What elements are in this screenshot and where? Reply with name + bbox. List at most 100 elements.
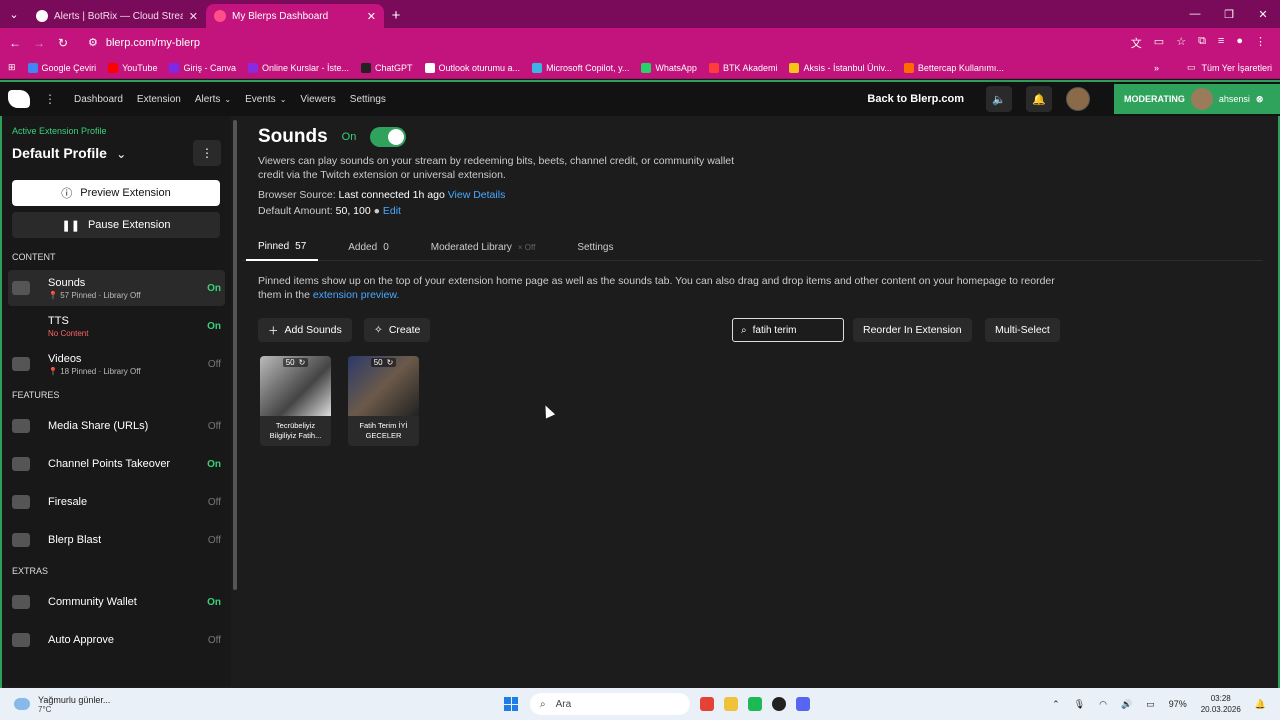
profile-selector[interactable]: Default Profile ⌄ [12, 145, 126, 161]
nav-dashboard[interactable]: Dashboard [74, 94, 123, 105]
extension-preview-link[interactable]: extension preview. [313, 289, 399, 301]
weather-widget[interactable]: Yağmurlu günler... 7°C [14, 695, 474, 714]
profile-menu-button[interactable]: ⋮ [193, 140, 221, 166]
moderating-badge[interactable]: MODERATING ahsensi ⊗ [1114, 84, 1280, 114]
minimize-icon[interactable]: — [1178, 8, 1212, 20]
back-arrow-icon[interactable]: ← [8, 36, 22, 50]
replay-icon[interactable]: ↻ [299, 358, 306, 367]
sidebar-item-community-wallet[interactable]: Community Wallet On [8, 584, 225, 620]
restore-icon[interactable]: ❐ [1212, 8, 1246, 21]
battery-icon[interactable]: ▭ [1146, 699, 1155, 710]
reorder-button[interactable]: Reorder In Extension [853, 318, 972, 342]
nav-alerts[interactable]: Alerts ⌄ [195, 94, 231, 105]
tab-added[interactable]: Added 0 [336, 233, 400, 261]
sidebar-item-sounds[interactable]: Sounds 📍 57 Pinned · Library Off On [8, 270, 225, 306]
site-info-icon[interactable]: ⚙ [88, 36, 98, 49]
nav-viewers[interactable]: Viewers [300, 94, 335, 105]
bookmark-item[interactable]: Online Kurslar - İste... [247, 62, 349, 73]
more-kebab-icon[interactable]: ⋮ [44, 92, 56, 106]
cast-icon[interactable]: ▭ [1154, 35, 1164, 51]
bookmark-item[interactable]: Outlook oturumu a... [424, 62, 520, 73]
info-icon[interactable]: ● [374, 205, 380, 217]
url-field[interactable]: ⚙ blerp.com/my-blerp [80, 32, 1121, 54]
sidebar-item-auto-approve[interactable]: Auto Approve Off [8, 622, 225, 658]
browser-tab-blerp[interactable]: My Blerps Dashboard ✕ [206, 4, 384, 28]
bookmark-item[interactable]: BTK Akademi [708, 62, 777, 73]
profile-name: Default Profile [12, 145, 107, 161]
back-to-blerp-link[interactable]: Back to Blerp.com [867, 93, 964, 105]
file-explorer-icon[interactable] [724, 697, 738, 711]
bell-icon[interactable]: 🔔 [1026, 86, 1052, 112]
sounds-toggle[interactable] [370, 127, 407, 147]
browser-tab-botrix[interactable]: Alerts | BotRix — Cloud Streami ✕ [28, 4, 206, 28]
media-icon[interactable]: ≡ [1218, 35, 1224, 51]
bookmark-item[interactable]: WhatsApp [641, 62, 697, 73]
tab-search-icon[interactable]: ⌄ [0, 0, 28, 28]
windows-start-icon[interactable] [504, 697, 518, 711]
sidebar-scrollbar[interactable] [233, 120, 237, 590]
taskbar-search[interactable]: ⌕ Ara [530, 693, 690, 715]
sidebar-item-channel-points[interactable]: Channel Points Takeover On [8, 446, 225, 482]
tab-pinned[interactable]: Pinned 57 [246, 233, 319, 261]
notifications-icon[interactable]: 🔔 [1255, 699, 1266, 710]
volume-icon[interactable]: 🔊 [1121, 699, 1132, 710]
add-sounds-button[interactable]: ＋ Add Sounds [258, 318, 352, 342]
more-bookmarks-icon[interactable]: » [1154, 63, 1159, 73]
preview-extension-button[interactable]: ⓘ Preview Extension [12, 180, 220, 206]
sidebar-item-videos[interactable]: Videos 📍 18 Pinned · Library Off Off [8, 346, 225, 382]
sidebar-item-blerp-blast[interactable]: Blerp Blast Off [8, 522, 225, 558]
discord-icon[interactable] [796, 697, 810, 711]
bookmark-item[interactable]: Google Çeviri [27, 62, 96, 73]
sidebar-item-media-share[interactable]: Media Share (URLs) Off [8, 408, 225, 444]
bookmark-item[interactable]: Giriş - Canva [169, 62, 236, 73]
bookmark-item[interactable]: YouTube [108, 62, 157, 73]
close-window-icon[interactable]: ✕ [1246, 8, 1280, 21]
pause-extension-button[interactable]: ❚❚ Pause Extension [12, 212, 220, 238]
obs-icon[interactable] [772, 697, 786, 711]
new-tab-button[interactable]: + [384, 4, 408, 28]
search-input[interactable]: ⌕ fatih terim [732, 318, 844, 342]
browser-tab-strip: ⌄ Alerts | BotRix — Cloud Streami ✕ My B… [0, 0, 1280, 28]
apps-grid-icon[interactable]: ⊞ [8, 62, 16, 73]
reload-icon[interactable]: ↻ [56, 36, 70, 50]
tab-moderated-library[interactable]: Moderated Library × Off [419, 233, 548, 261]
close-tab-icon[interactable]: ✕ [189, 10, 198, 23]
profile-icon[interactable]: ● [1236, 35, 1243, 51]
microphone-icon[interactable]: 🎙 [1074, 699, 1085, 710]
bookmark-item[interactable]: ChatGPT [361, 62, 413, 73]
bookmark-star-icon[interactable]: ☆ [1176, 35, 1186, 51]
bookmark-item[interactable]: Microsoft Copilot, y... [532, 62, 629, 73]
create-button[interactable]: ✧ Create [364, 318, 431, 342]
nav-events[interactable]: Events ⌄ [245, 94, 286, 105]
sound-card[interactable]: 50 ↻ Tecrübeliyiz Bilgiliyiz Fatih... [260, 356, 331, 446]
menu-kebab-icon[interactable]: ⋮ [1255, 35, 1266, 51]
spotify-icon[interactable] [748, 697, 762, 711]
rain-cloud-icon [14, 698, 30, 710]
nav-extension[interactable]: Extension [137, 94, 181, 105]
bookmark-item[interactable]: Aksis - İstanbul Üniv... [789, 62, 892, 73]
forward-arrow-icon[interactable]: → [32, 36, 46, 50]
sound-card[interactable]: 50 ↻ Fatih Terim İYİ GECELER [348, 356, 419, 446]
nav-settings[interactable]: Settings [350, 94, 386, 105]
extensions-icon[interactable]: ⧉ [1198, 35, 1206, 51]
all-bookmarks-link[interactable]: Tüm Yer İşaretleri [1201, 63, 1272, 73]
chrome-icon[interactable] [700, 697, 714, 711]
sidebar-item-firesale[interactable]: Firesale Off [8, 484, 225, 520]
close-circle-icon[interactable]: ⊗ [1256, 94, 1264, 105]
translate-icon[interactable]: 文 [1131, 35, 1142, 51]
bookmark-item[interactable]: Bettercap Kullanımı... [903, 62, 1004, 73]
clock[interactable]: 03:28 20.03.2026 [1201, 693, 1241, 715]
blerp-logo-icon[interactable] [8, 90, 30, 108]
address-bar: ← → ↻ ⚙ blerp.com/my-blerp 文 ▭ ☆ ⧉ ≡ ● ⋮ [0, 28, 1280, 57]
wifi-icon[interactable]: ◠ [1099, 699, 1107, 710]
volume-icon[interactable]: 🔈 [986, 86, 1012, 112]
chevron-up-icon[interactable]: ⌃ [1052, 699, 1060, 710]
tab-settings[interactable]: Settings [565, 233, 625, 261]
multi-select-button[interactable]: Multi-Select [985, 318, 1060, 342]
close-tab-icon[interactable]: ✕ [367, 10, 376, 23]
sidebar-item-tts[interactable]: TTS No Content On [8, 308, 225, 344]
replay-icon[interactable]: ↻ [387, 358, 394, 367]
edit-link[interactable]: Edit [383, 205, 401, 217]
user-avatar[interactable] [1066, 87, 1090, 111]
view-details-link[interactable]: View Details [448, 189, 506, 201]
